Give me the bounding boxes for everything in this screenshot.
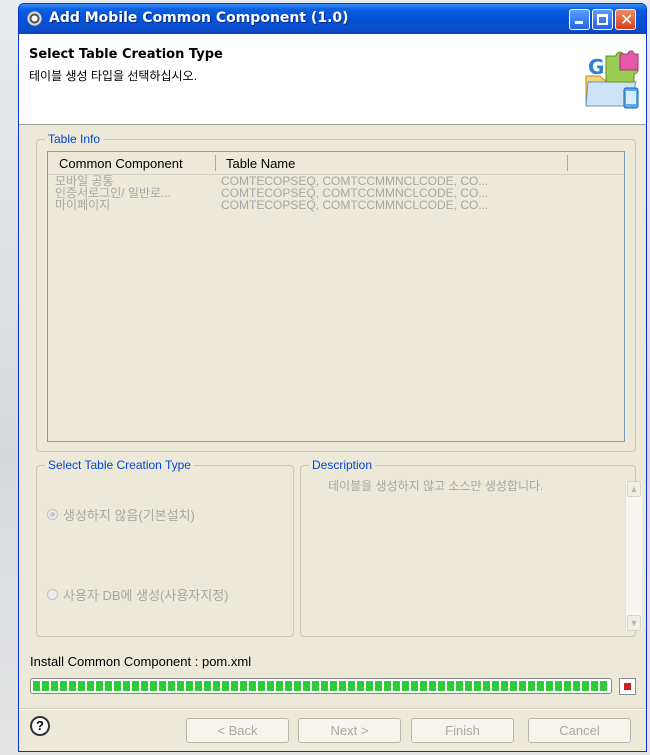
column-header-common-component[interactable]: Common Component [59,156,183,171]
component-puzzle-icon: G [585,50,639,109]
description-text: 테이블을 생성하지 않고 소스만 생성합니다. [328,479,544,493]
table-header: Common Component Table Name [48,152,624,175]
scroll-down-arrow-icon[interactable]: ▼ [627,615,641,631]
cell-component: 마이페이지 [55,198,111,212]
table-info-legend: Table Info [45,132,104,146]
install-status-label: Install Common Component : pom.xml [30,654,252,669]
gear-icon [27,11,42,26]
progress-fill [33,681,609,691]
page-subtitle: 테이블 생성 타입을 선택하십시오. [29,69,197,83]
window-title: Add Mobile Common Component (1.0) [49,10,349,26]
maximize-icon [597,14,608,25]
radio-label: 생성하지 않음(기본설치) [63,508,195,523]
close-icon: ✕ [620,10,634,29]
minimize-icon [575,21,583,24]
column-header-table-name[interactable]: Table Name [226,156,295,171]
cancel-button[interactable]: Cancel [528,718,631,743]
maximize-button[interactable] [592,9,613,30]
radio-create-user-db[interactable]: 사용자 DB에 생성(사용자지정) [47,585,229,604]
cell-table-name: COMTECOPSEQ, COMTCCMMNCLCODE, CO... [221,198,489,212]
creation-type-group: Select Table Creation Type [36,458,294,637]
radio-button[interactable] [47,589,58,600]
wizard-dialog: Add Mobile Common Component (1.0) ✕ Sele… [18,3,647,752]
description-scrollbar[interactable]: ▲ ▼ [625,481,642,631]
radio-no-create[interactable]: 생성하지 않음(기본설치) [47,505,195,524]
finish-button[interactable]: Finish [411,718,514,743]
minimize-button[interactable] [569,9,590,30]
page-title: Select Table Creation Type [29,47,223,62]
radio-label: 사용자 DB에 생성(사용자지정) [63,588,229,603]
creation-type-legend: Select Table Creation Type [45,458,194,472]
wizard-header: Select Table Creation Type 테이블 생성 타입을 선택… [19,34,646,125]
close-button[interactable]: ✕ [615,9,636,30]
install-progress-bar [30,678,612,694]
description-legend: Description [309,458,376,472]
title-bar[interactable]: Add Mobile Common Component (1.0) ✕ [19,4,646,34]
help-icon[interactable]: ? [30,716,50,736]
back-button[interactable]: < Back [186,718,289,743]
svg-text:G: G [588,55,604,79]
component-table[interactable]: Common Component Table Name 모바일 공통 COMTE… [47,151,625,442]
next-button[interactable]: Next > [298,718,401,743]
radio-button-selected[interactable] [47,509,58,520]
button-bar-separator [19,708,646,710]
column-divider[interactable] [215,155,216,171]
scroll-up-arrow-icon[interactable]: ▲ [627,481,641,497]
table-row[interactable]: 마이페이지 COMTECOPSEQ, COMTCCMMNCLCODE, CO..… [48,199,624,211]
stop-icon[interactable] [619,678,636,695]
column-divider[interactable] [567,155,568,171]
